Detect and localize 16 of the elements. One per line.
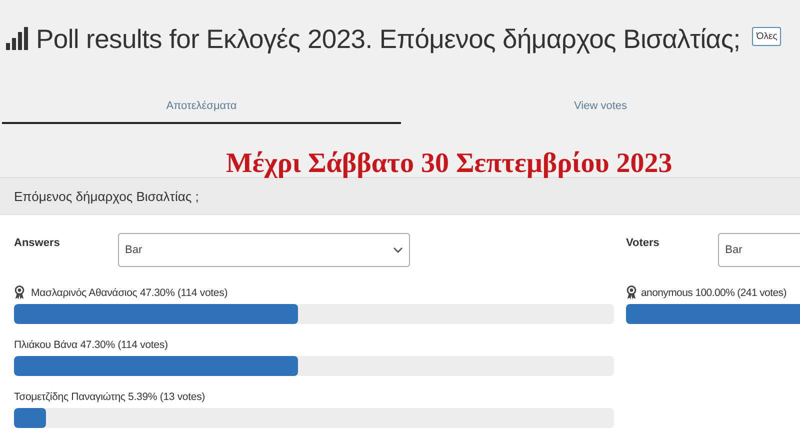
answer-result: anonymous 100.00% (241 votes) — [641, 286, 786, 298]
chart-type-select[interactable]: Bar — [718, 233, 800, 267]
tab[interactable]: View votes — [401, 92, 800, 124]
answer-result: Μασλαρινός Αθανάσιος 47.30% (114 votes) — [31, 286, 228, 298]
tab[interactable]: Αποτελέσματα — [2, 92, 401, 124]
deadline-text: Μέχρι Σάββατο 30 Σεπτεμβρίου 2023 — [226, 148, 672, 180]
page-title: Poll results for Εκλογές 2023. Επόμενος δήμαρχος Βισαλτίας; — [36, 24, 740, 54]
chart-icon — [6, 27, 30, 51]
chart-type-select[interactable]: Bar — [118, 233, 410, 267]
chevron-icon — [393, 247, 403, 253]
section-label: Answers — [14, 236, 61, 249]
answer-result: Πλιάκου Βάνα 47.30% (114 votes) — [14, 338, 168, 350]
question-header: Επόμενος δήμαρχος Βισαλτίας ; — [0, 177, 800, 215]
section-label: Voters — [626, 236, 660, 249]
all-polls-button[interactable]: Όλες — [752, 26, 782, 46]
answer-result: Τσομετζίδης Παναγιώτης 5.39% (13 votes) — [14, 390, 206, 402]
